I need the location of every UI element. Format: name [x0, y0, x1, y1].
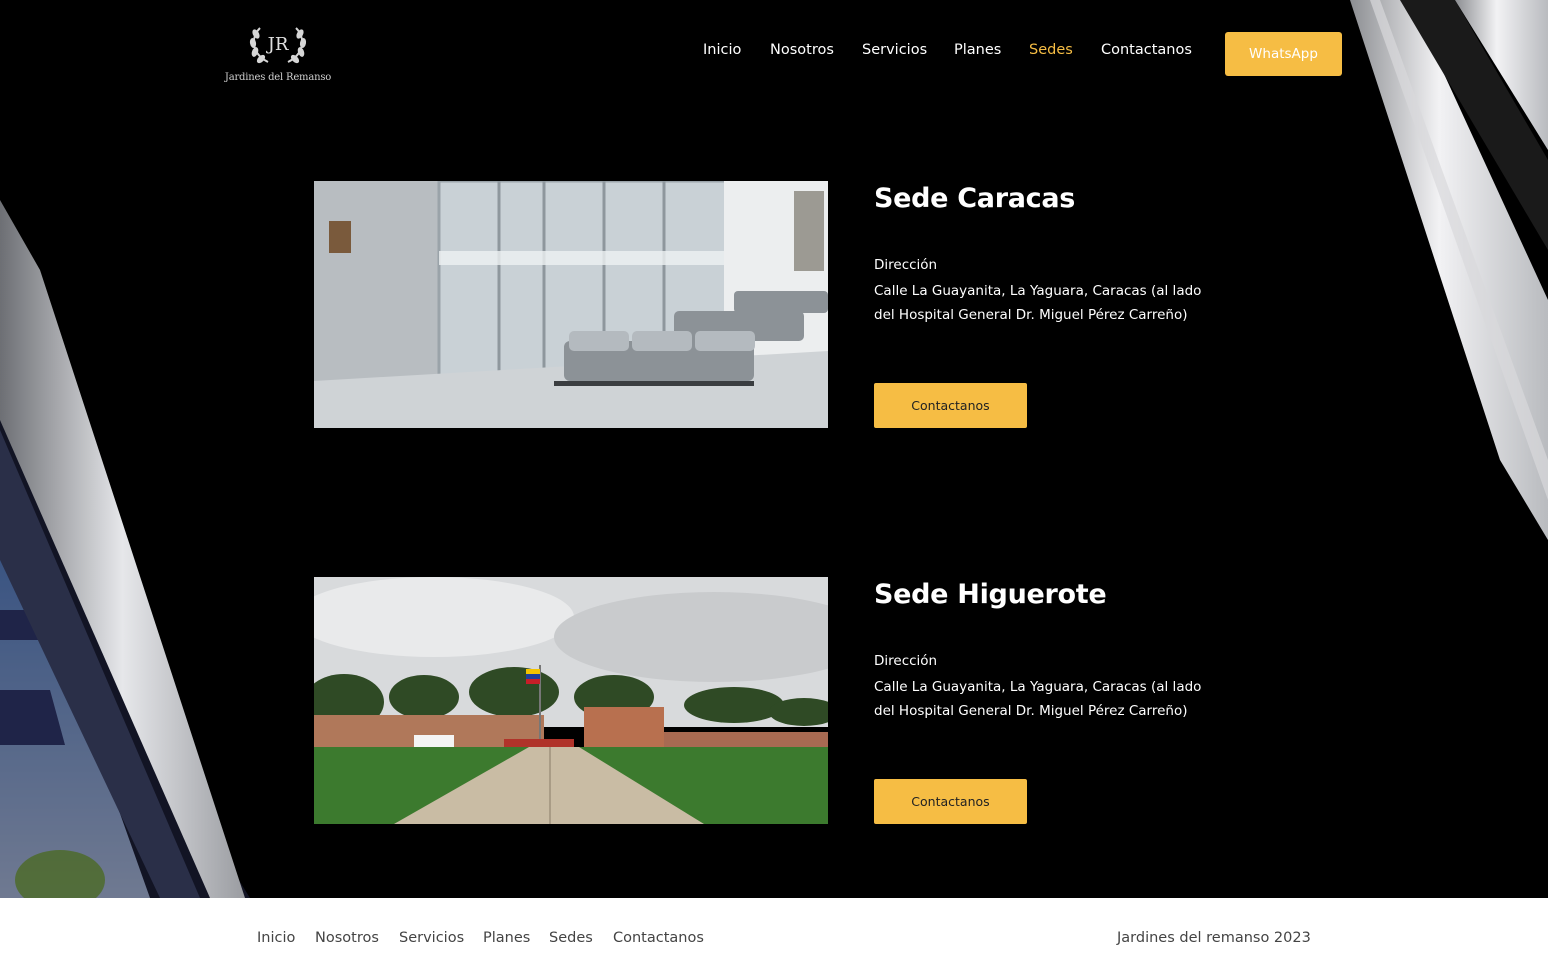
footer-link-servicios[interactable]: Servicios	[399, 930, 464, 946]
nav-item-nosotros[interactable]: Nosotros	[770, 42, 834, 58]
footer-link-contactanos[interactable]: Contactanos	[613, 930, 704, 946]
sede-caracas-photo	[314, 181, 828, 428]
nav-item-contactanos[interactable]: Contactanos	[1101, 42, 1192, 58]
sede-card-caracas: Sede Caracas Dirección Calle La Guayanit…	[314, 181, 1234, 431]
contact-button[interactable]: Contactanos	[874, 383, 1027, 428]
nav-item-sedes[interactable]: Sedes	[1029, 42, 1073, 58]
copyright-text: Jardines del remanso 2023	[1117, 930, 1311, 946]
footer-link-planes[interactable]: Planes	[483, 930, 530, 946]
site-footer: Inicio Nosotros Servicios Planes Sedes C…	[0, 898, 1548, 979]
footer-link-sedes[interactable]: Sedes	[549, 930, 593, 946]
site-header: JR Jardines del Remanso Inicio Nosotros …	[0, 0, 1548, 110]
address-label: Dirección	[874, 653, 938, 669]
sede-title: Sede Caracas	[874, 183, 1076, 214]
brand-name: Jardines del Remanso	[224, 72, 332, 83]
address-label: Dirección	[874, 257, 938, 273]
address-text: Calle La Guayanita, La Yaguara, Caracas …	[874, 679, 1202, 719]
nav-item-inicio[interactable]: Inicio	[703, 42, 741, 58]
whatsapp-button[interactable]: WhatsApp	[1225, 32, 1342, 76]
contact-button[interactable]: Contactanos	[874, 779, 1027, 824]
sede-title: Sede Higuerote	[874, 579, 1107, 610]
sede-card-higuerote: Sede Higuerote Dirección Calle La Guayan…	[314, 577, 1234, 827]
sede-higuerote-photo	[314, 577, 828, 824]
footer-link-inicio[interactable]: Inicio	[257, 930, 295, 946]
nav-item-servicios[interactable]: Servicios	[862, 42, 927, 58]
footer-link-nosotros[interactable]: Nosotros	[315, 930, 379, 946]
address-text: Calle La Guayanita, La Yaguara, Caracas …	[874, 283, 1202, 323]
nav-item-planes[interactable]: Planes	[954, 42, 1001, 58]
